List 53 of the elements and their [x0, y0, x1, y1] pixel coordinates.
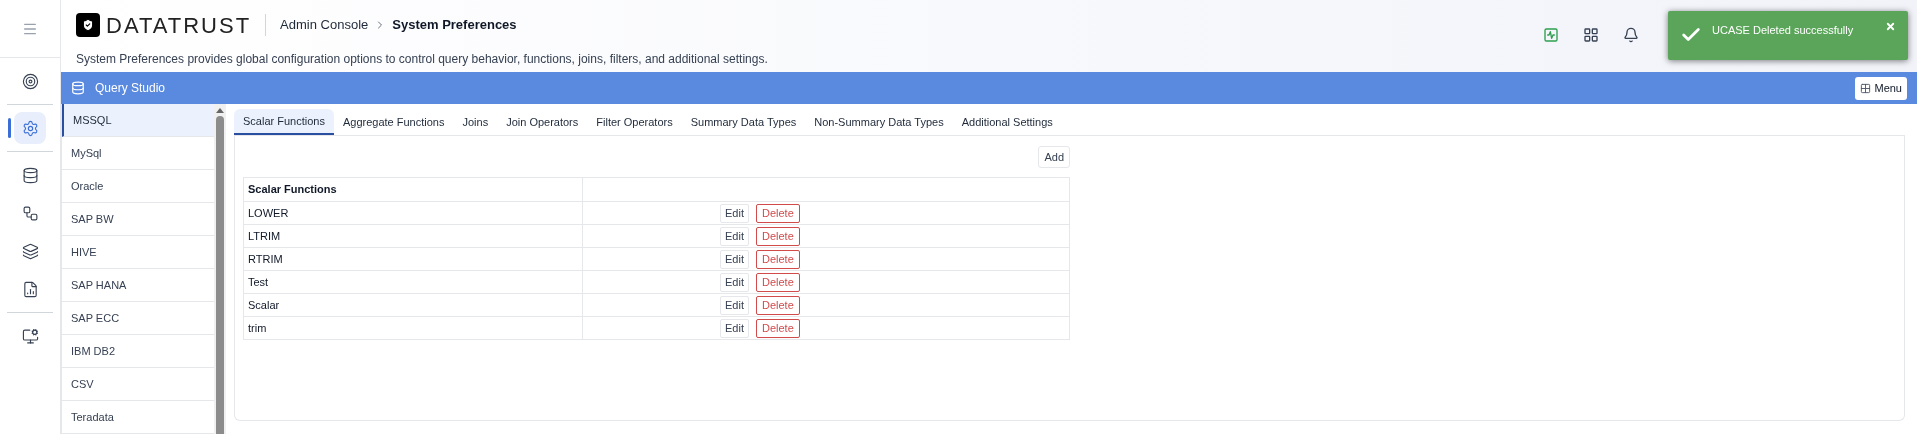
tab[interactable]: Join Operators — [497, 109, 588, 135]
notification-bell-icon[interactable] — [1623, 27, 1639, 43]
menu-button[interactable]: Menu — [1855, 76, 1907, 100]
grid-icon — [1860, 82, 1872, 94]
tab[interactable]: Summary Data Types — [681, 109, 806, 135]
source-item[interactable]: MSSQL — [62, 104, 214, 137]
breadcrumb-link[interactable]: Admin Console — [280, 15, 369, 35]
function-name-cell: Scalar — [243, 293, 583, 317]
database-icon — [21, 166, 39, 184]
settings-icon — [21, 119, 39, 137]
logo: DATATRUST — [106, 11, 252, 40]
function-name-cell: trim — [243, 316, 583, 340]
edit-button[interactable]: Edit — [720, 318, 749, 338]
database-icon — [71, 81, 85, 95]
delete-button[interactable]: Delete — [755, 295, 800, 315]
tab[interactable]: Joins — [453, 109, 498, 135]
edit-button[interactable]: Edit — [720, 203, 749, 223]
tab[interactable]: Additional Settings — [952, 109, 1062, 135]
function-name-cell: LOWER — [243, 201, 583, 225]
delete-button[interactable]: Delete — [755, 249, 800, 269]
tab[interactable]: Aggregate Functions — [333, 109, 454, 135]
column-header: Scalar Functions — [243, 177, 583, 202]
target-icon — [21, 72, 39, 90]
delete-button[interactable]: Delete — [755, 272, 800, 292]
apps-grid-icon[interactable] — [1583, 27, 1599, 43]
logo-icon — [76, 13, 100, 37]
scroll-up-icon — [216, 108, 224, 113]
page-title: System Preferences — [392, 16, 517, 35]
function-name-cell: LTRIM — [243, 224, 583, 248]
tab[interactable]: Non-Summary Data Types — [805, 109, 953, 135]
monitor-icon — [21, 327, 39, 345]
delete-button[interactable]: Delete — [755, 203, 800, 223]
close-icon[interactable] — [1885, 21, 1896, 32]
add-button[interactable]: Add — [1038, 146, 1070, 168]
delete-button[interactable]: Delete — [755, 318, 800, 338]
layers-icon — [21, 242, 39, 260]
page-description: System Preferences provides global configuration options to control query behavior, functions, joins, filters, and additional settings. — [76, 51, 769, 68]
activity-icon[interactable] — [1543, 27, 1559, 43]
function-name-cell: RTRIM — [243, 247, 583, 271]
tab[interactable]: Scalar Functions — [234, 109, 334, 135]
edit-button[interactable]: Edit — [720, 272, 749, 292]
toast-message: UCASE Deleted successfully — [1712, 23, 1855, 38]
delete-button[interactable]: Delete — [755, 226, 800, 246]
function-name-cell: Test — [243, 270, 583, 294]
report-icon — [21, 280, 39, 298]
panel-title: Query Studio — [95, 80, 166, 97]
edit-button[interactable]: Edit — [720, 226, 749, 246]
active-indicator — [8, 118, 11, 138]
edit-button[interactable]: Edit — [720, 249, 749, 269]
nodes-icon — [21, 204, 39, 222]
tab[interactable]: Filter Operators — [587, 109, 682, 135]
scrollbar[interactable] — [214, 104, 226, 434]
edit-button[interactable]: Edit — [720, 295, 749, 315]
